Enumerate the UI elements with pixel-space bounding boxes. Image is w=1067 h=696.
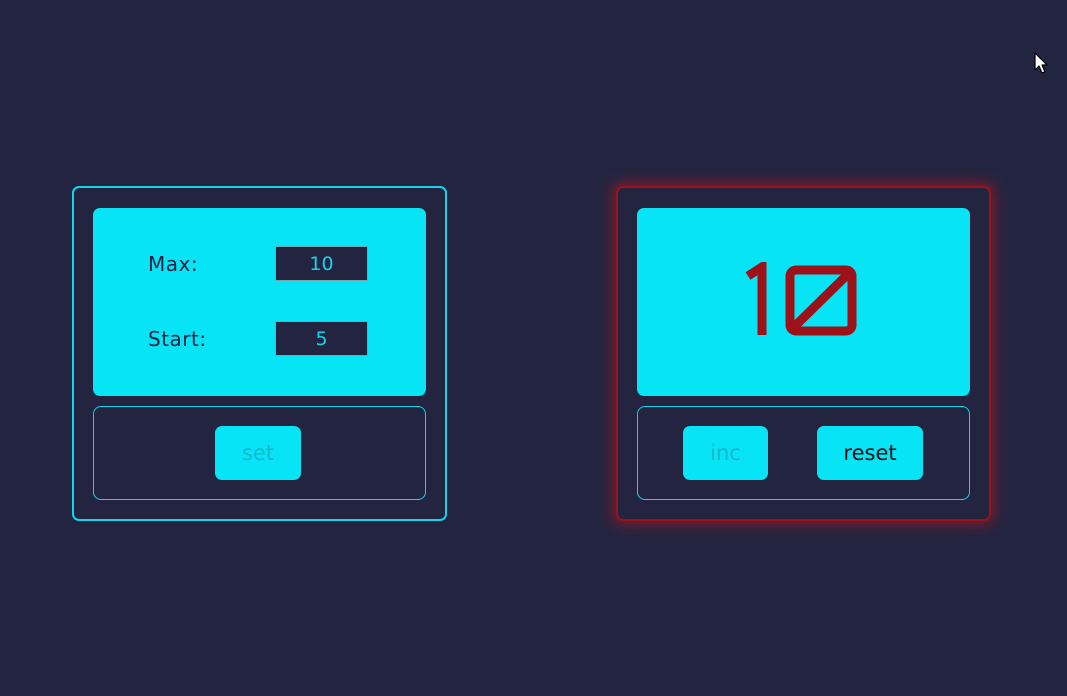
counter-screen: 10	[637, 208, 970, 396]
counter-panel: 10 inc reset	[616, 186, 991, 521]
reset-button[interactable]: reset	[817, 426, 923, 480]
settings-controls: set	[93, 406, 426, 500]
counter-value-digits	[745, 262, 856, 336]
inc-button[interactable]: inc	[683, 426, 768, 480]
counter-controls: inc reset	[637, 406, 970, 500]
settings-screen: Max: Start:	[93, 208, 426, 396]
max-value-input[interactable]	[275, 246, 368, 281]
start-label: Start:	[148, 327, 207, 351]
digit-zero-slashed	[785, 265, 856, 336]
counter-display: 10	[637, 208, 970, 396]
set-button[interactable]: set	[215, 426, 301, 480]
digit-one	[745, 262, 766, 335]
mouse-pointer-icon	[1034, 52, 1048, 74]
max-label: Max:	[148, 252, 199, 276]
start-value-input[interactable]	[275, 321, 368, 356]
settings-panel: Max: Start: set	[72, 186, 447, 521]
